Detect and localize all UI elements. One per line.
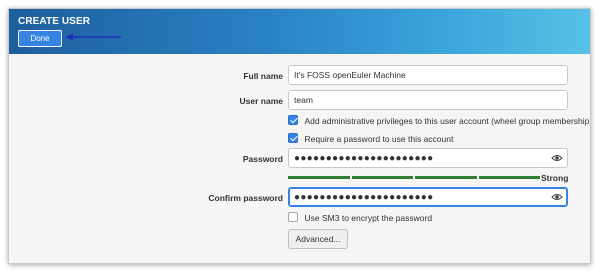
confirm-password-value: ●●●●●●●●●●●●●●●●●●●●●● xyxy=(294,192,434,203)
confirm-password-field[interactable]: ●●●●●●●●●●●●●●●●●●●●●● xyxy=(288,187,568,207)
create-user-dialog: CREATE USER Done Full name It's FOSS ope… xyxy=(8,8,591,264)
admin-privileges-checkbox[interactable] xyxy=(288,114,298,125)
admin-privileges-label: Add administrative privileges to this us… xyxy=(304,115,591,126)
eye-icon[interactable] xyxy=(551,191,563,203)
user-name-field[interactable]: team xyxy=(288,90,568,110)
password-field[interactable]: ●●●●●●●●●●●●●●●●●●●●●● xyxy=(288,148,568,168)
strength-segment xyxy=(478,176,540,179)
confirm-password-label: Confirm password xyxy=(208,193,283,203)
full-name-field[interactable]: It's FOSS openEuler Machine xyxy=(288,65,568,85)
password-value: ●●●●●●●●●●●●●●●●●●●●●● xyxy=(294,153,434,164)
eye-icon[interactable] xyxy=(551,152,563,164)
sm3-checkbox[interactable] xyxy=(288,211,298,222)
strength-segment xyxy=(288,176,350,179)
done-button[interactable]: Done xyxy=(18,30,62,47)
advanced-button[interactable]: Advanced... xyxy=(288,229,348,249)
strength-segment xyxy=(415,176,477,179)
password-strength-label: Strong xyxy=(541,173,569,183)
admin-privileges-checkbox-row[interactable]: Add administrative privileges to this us… xyxy=(288,114,591,127)
dialog-header: CREATE USER Done xyxy=(9,9,590,54)
sm3-checkbox-row[interactable]: Use SM3 to encrypt the password xyxy=(288,211,433,224)
require-password-label: Require a password to use this account xyxy=(304,133,454,144)
password-label: Password xyxy=(242,154,283,164)
full-name-label: Full name xyxy=(243,71,283,81)
strength-segment xyxy=(351,176,413,179)
user-name-label: User name xyxy=(239,96,283,106)
arrow-left-icon xyxy=(65,33,121,41)
page-title: CREATE USER xyxy=(18,16,91,27)
require-password-checkbox-row[interactable]: Require a password to use this account xyxy=(288,132,454,145)
sm3-label: Use SM3 to encrypt the password xyxy=(304,212,433,223)
require-password-checkbox[interactable] xyxy=(288,132,298,143)
password-strength-bar xyxy=(288,176,540,179)
